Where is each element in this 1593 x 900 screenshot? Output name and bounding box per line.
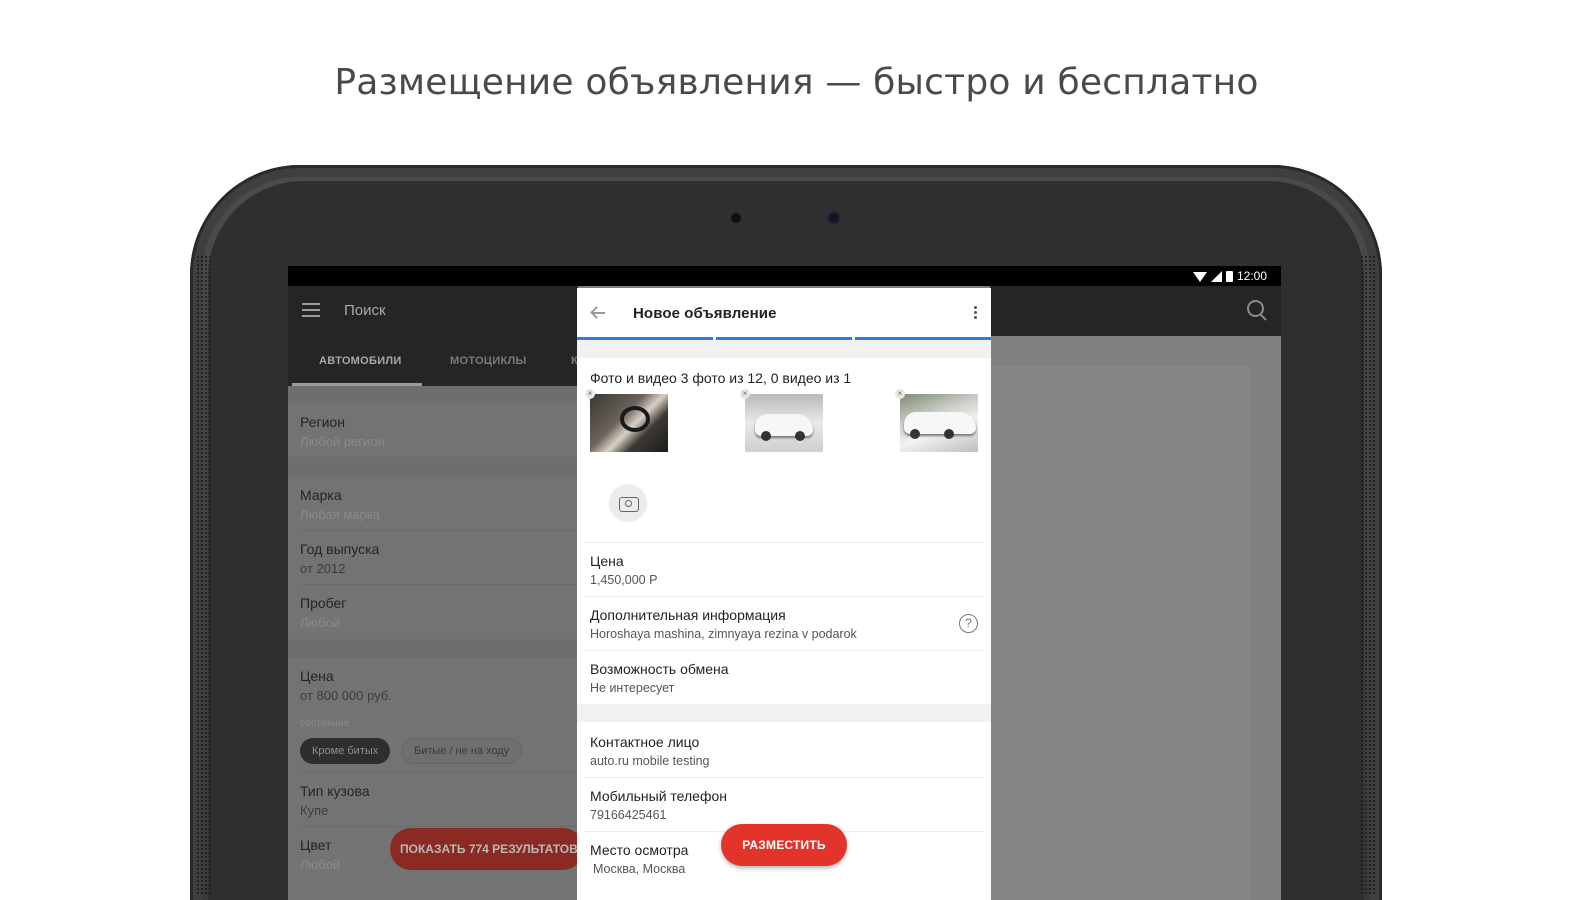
search-panel: Поиск АВТОМОБИЛИ МОТОЦИКЛЫ К Регион Любо… [288,286,578,900]
field-value: auto.ru mobile testing [590,754,710,768]
field-value: 79166425461 [590,808,667,822]
tablet-screen: 12:00 Поиск АВТОМОБИЛИ МОТОЦИКЛЫ К Регио… [288,266,1281,900]
filter-region[interactable]: Регион Любой регион [300,414,385,449]
divider [300,826,578,827]
divider [584,650,984,651]
new-listing-dialog: Новое объявление Фото и видео 3 фото из … [577,288,991,900]
photo-thumbnail-front[interactable] [745,394,823,452]
divider [584,777,984,778]
search-toolbar: Поиск [288,286,578,336]
back-arrow-icon[interactable] [591,305,607,321]
filter-value: Любая марка [300,507,380,522]
divider [300,772,578,773]
dialog-title: Новое объявление [633,305,777,322]
filter-year[interactable]: Год выпуска от 2012 [300,541,379,576]
filter-value: Любой регион [300,434,385,449]
field-mobile-phone[interactable]: Мобильный телефон 79166425461 [590,788,727,822]
results-area [990,366,1250,900]
filter-label: Марка [300,487,342,503]
filter-value: Купе [300,803,329,818]
filter-label: Год выпуска [300,541,380,557]
speaker-grille-right [1360,255,1376,895]
remove-photo-icon[interactable]: × [740,389,750,399]
divider [300,530,578,531]
field-inspection-place[interactable]: Место осмотра Москва, Москва [590,842,688,876]
steering-wheel-shape [620,406,650,432]
active-tab-indicator [292,383,422,386]
category-tabs: АВТОМОБИЛИ МОТОЦИКЛЫ К [288,336,578,386]
field-contact-person[interactable]: Контактное лицо auto.ru mobile testing [590,734,710,768]
field-price[interactable]: Цена 1,450,000 Р [590,553,657,587]
filter-label: Цена [300,668,334,684]
photos-title: Фото и видео 3 фото из 12, 0 видео из 1 [590,370,852,386]
filter-label: Тип кузова [300,783,370,799]
post-listing-button[interactable]: РАЗМЕСТИТЬ [721,824,847,866]
help-icon[interactable]: ? [959,614,978,633]
filter-brand[interactable]: Марка Любая марка [300,487,380,522]
section-gap [577,340,991,358]
front-camera [829,213,839,223]
field-value: Не интересует [590,681,675,695]
filter-value: от 800 000 руб. [300,688,392,703]
section-gap [577,704,991,722]
filter-price[interactable]: Цена от 800 000 руб. [300,668,392,703]
remove-photo-icon[interactable]: × [895,389,905,399]
car-shape [904,412,976,439]
signal-icon [1210,270,1222,282]
speaker-grille-left [196,255,212,895]
show-results-button[interactable]: ПОКАЗАТЬ 774 РЕЗУЛЬТАТОВ [390,828,584,870]
filter-mileage[interactable]: Пробег Любой [300,595,346,630]
filter-body-type[interactable]: Тип кузова Купе [300,783,370,818]
filter-value: от 2012 [300,561,346,576]
field-additional-info[interactable]: Дополнительная информация Horoshaya mash… [590,607,857,641]
right-toolbar [990,286,1281,336]
filter-color[interactable]: Цвет Любой [300,837,340,872]
tab-motorcycles[interactable]: МОТОЦИКЛЫ [450,355,527,367]
status-bar: 12:00 [288,266,1281,286]
field-label: Цена [590,553,624,569]
photo-thumbnail-interior[interactable] [590,394,668,452]
chip-damaged[interactable]: Битые / не на ходу [401,738,523,764]
field-label: Возможность обмена [590,661,729,677]
chip-not-damaged[interactable]: Кроме битых [300,738,391,764]
remove-photo-icon[interactable]: × [585,389,595,399]
filter-value: Любой [300,615,341,630]
more-vert-icon[interactable] [974,306,978,322]
filter-label: Цвет [300,837,332,853]
car-shape [755,414,813,441]
promo-headline: Размещение объявления — быстро и бесплат… [334,62,1259,103]
dialog-header: Новое объявление [577,288,991,340]
menu-icon[interactable] [302,303,320,317]
divider [584,596,984,597]
field-label: Место осмотра [590,842,689,858]
condition-caption: состояние [300,718,350,729]
filter-label: Регион [300,414,345,430]
field-label: Мобильный телефон [590,788,727,804]
search-icon[interactable] [1247,300,1267,320]
divider [584,542,984,543]
battery-icon [1225,270,1233,282]
filter-label: Пробег [300,595,347,611]
field-exchange[interactable]: Возможность обмена Не интересует [590,661,729,695]
field-label: Контактное лицо [590,734,700,750]
status-time: 12:00 [1236,269,1267,283]
search-title: Поиск [344,302,386,319]
wifi-icon [1192,272,1207,282]
field-label: Дополнительная информация [590,607,786,623]
divider [300,584,578,585]
field-value: Москва, Москва [593,862,686,876]
field-value: Horoshaya mashina, zimnyaya rezina v pod… [590,627,857,641]
tab-cars[interactable]: АВТОМОБИЛИ [319,355,402,367]
filter-value: Любой [300,857,341,872]
proximity-sensor [731,213,741,223]
add-photo-camera-icon[interactable] [609,484,647,522]
photo-thumbnail-side[interactable] [900,394,978,452]
field-value: 1,450,000 Р [590,573,658,587]
